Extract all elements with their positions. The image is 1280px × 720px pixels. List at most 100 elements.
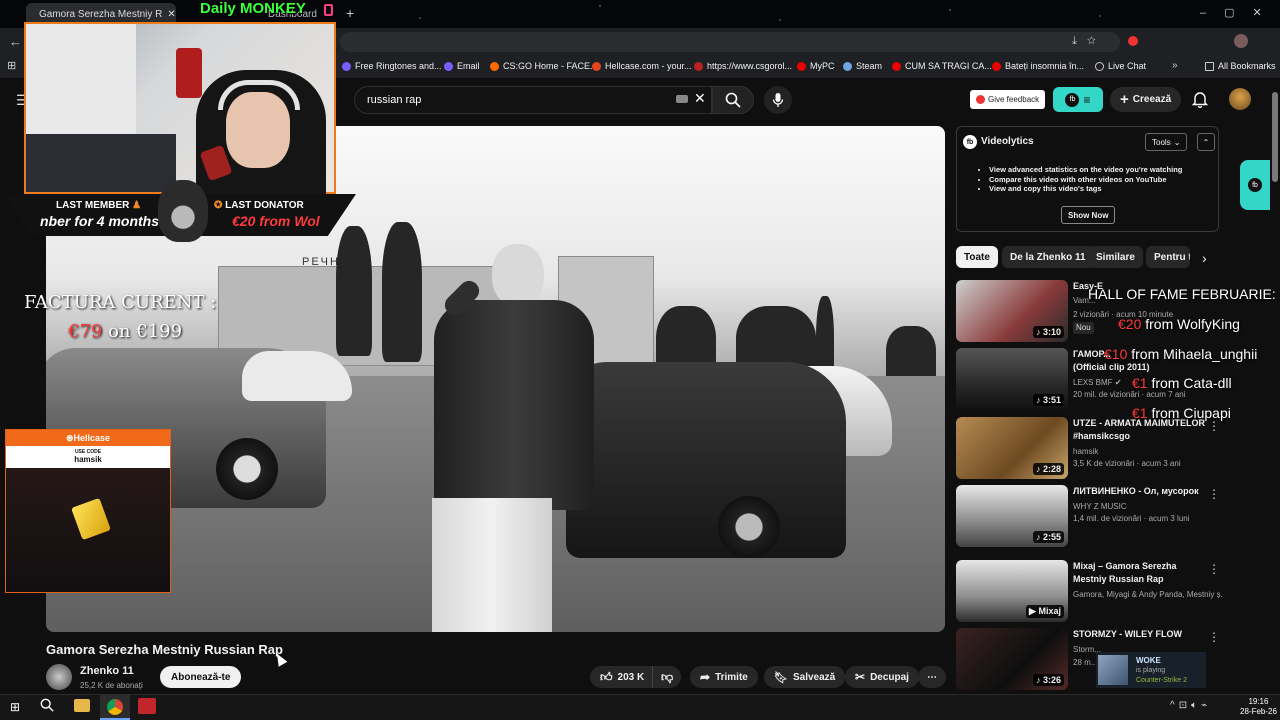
voice-search-button[interactable] <box>764 86 792 114</box>
file-explorer-icon[interactable] <box>74 699 90 712</box>
taskbar-clock[interactable]: 19:16 28-Feb-26 <box>1240 697 1277 717</box>
more-options-icon[interactable]: ⋮ <box>1208 419 1220 433</box>
video-title[interactable]: ЛИТВИНЕНКО - Ол, мусорок <box>1073 485 1211 498</box>
search-button[interactable] <box>712 86 754 114</box>
address-bar[interactable] <box>340 32 1120 52</box>
chip-from-channel[interactable]: De la Zhenko 11 <box>1002 246 1094 268</box>
video-title[interactable]: STORMZY - WILEY FLOW <box>1073 628 1211 641</box>
recommended-video[interactable]: ♪ 2:55 ЛИТВИНЕНКО - Ол, мусорок WHY Z MU… <box>956 485 1256 547</box>
video-meta: 3,5 K de vizionări · acum 3 ani <box>1073 459 1181 468</box>
share-button[interactable]: ➦ Trimite <box>690 666 758 688</box>
more-bookmarks-icon[interactable]: » <box>1172 60 1178 71</box>
bookmark-item[interactable]: CUM SA TRAGI CA... <box>892 61 992 71</box>
video-thumbnail[interactable]: ♪ 3:10 <box>956 280 1068 342</box>
subscribe-button[interactable]: Abonează-te <box>160 666 242 688</box>
black-car <box>566 362 846 558</box>
channel-name: LEXS BMF ✔ <box>1073 377 1122 389</box>
notifications-button[interactable] <box>1191 90 1209 113</box>
bookmark-item[interactable]: MyPC <box>797 61 835 71</box>
chip-all[interactable]: Toate <box>956 246 998 268</box>
create-button[interactable]: + Creează <box>1110 87 1182 112</box>
app-taskbar-icon[interactable] <box>138 698 156 714</box>
extension-icon[interactable] <box>1128 36 1138 46</box>
videolytics-title: Videolytics <box>981 136 1034 147</box>
like-button[interactable]: 👍︎ 203 K <box>590 666 655 688</box>
collapse-panel-button[interactable]: ⌃ <box>1197 133 1215 151</box>
now-playing-widget: WOKE is playing Counter-Strike 2 <box>1096 652 1206 688</box>
bookmark-item[interactable]: Bateți insomnia în... <box>992 61 1084 71</box>
more-options-icon[interactable]: ⋮ <box>1208 487 1220 501</box>
video-title[interactable]: Mixaj – Gamora Serezha Mestniy Russian R… <box>1073 560 1211 586</box>
bookmark-item[interactable]: Hellcase.com - your... <box>592 61 692 71</box>
videolytics-features: View advanced statistics on the video yo… <box>989 165 1219 194</box>
recommended-video[interactable]: ♪ 2:28 UTZE - ARMATA MAIMUTELOR #hamsikc… <box>956 417 1256 479</box>
bookmark-label: Hellcase.com - your... <box>605 61 692 71</box>
show-now-button[interactable]: Show Now <box>1061 206 1116 224</box>
last-donator-value: €20 from Wol <box>232 213 320 229</box>
bookmark-item[interactable]: https://www.csgorol... <box>694 61 792 71</box>
account-avatar[interactable] <box>1229 88 1251 110</box>
clip-button[interactable]: ✂ Decupaj <box>845 666 919 688</box>
bookmark-favicon-icon <box>592 61 601 71</box>
channel-avatar[interactable] <box>46 664 72 690</box>
dislike-button[interactable]: 👎︎ <box>652 666 682 688</box>
apps-grid-icon[interactable]: ⊞ <box>7 59 16 72</box>
keyboard-icon[interactable] <box>676 95 688 103</box>
video-meta: 2 vizionări · acum 10 minute <box>1073 310 1174 319</box>
video-meta: 20 mil. de vizionări · acum 7 ani <box>1073 390 1186 399</box>
verified-icon: ✔ <box>1114 378 1122 387</box>
back-icon[interactable]: ← <box>9 34 22 49</box>
tab-close-icon[interactable]: ✕ <box>167 9 175 20</box>
search-input[interactable]: russian rap <box>354 86 712 114</box>
member-icon: ♟ <box>132 200 142 211</box>
bookmark-label: Email <box>457 61 480 71</box>
music-note-icon: ♪ <box>1035 464 1041 474</box>
video-thumbnail[interactable]: ♪ 3:51 <box>956 348 1068 410</box>
system-tray-icons[interactable]: ^⊡🔈︎⌁ <box>1170 700 1211 711</box>
videolytics-toggle-button[interactable]: fb ≡ <box>1053 87 1103 112</box>
give-feedback-button[interactable]: Give feedback <box>970 90 1046 109</box>
video-title[interactable]: ГАМОР... <box>1073 348 1211 361</box>
chevron-right-icon[interactable]: › <box>1202 250 1207 266</box>
video-title[interactable]: UTZE - ARMATA MAIMUTELOR #hamsikcsgo <box>1073 417 1211 443</box>
more-actions-button[interactable]: ⋯ <box>918 666 946 688</box>
save-button[interactable]: 🔖︎ Salvează <box>764 666 846 688</box>
bookmark-item[interactable]: Free Ringtones and... <box>342 61 442 71</box>
clear-search-icon[interactable]: ✕ <box>694 90 706 107</box>
channel-name[interactable]: Zhenko 11 <box>80 665 134 677</box>
bookmark-item[interactable]: Live Chat <box>1095 61 1146 71</box>
donation-icon: ✪ <box>214 200 223 211</box>
more-options-icon[interactable]: ⋮ <box>1208 630 1220 644</box>
new-tab-icon[interactable]: + <box>346 5 354 21</box>
more-options-icon[interactable]: ⋮ <box>1208 562 1220 576</box>
bookmark-item[interactable]: Steam <box>843 61 882 71</box>
duration-badge: ♪ 2:28 <box>1032 463 1064 475</box>
video-thumbnail[interactable]: ♪ 2:28 <box>956 417 1068 479</box>
bookmark-item[interactable]: CS:GO Home - FACE... <box>490 61 598 71</box>
chip-for-you[interactable]: Pentru t <box>1146 246 1190 268</box>
profile-avatar[interactable] <box>1234 34 1248 48</box>
recommended-video[interactable]: ♪ 3:51 ГАМОР... (Official clip 2011) LEX… <box>956 348 1256 410</box>
tools-dropdown[interactable]: Tools ⌄ <box>1145 133 1188 151</box>
videolytics-side-tab[interactable]: fb <box>1240 160 1270 210</box>
video-thumbnail[interactable]: ♪ 3:26 <box>956 628 1068 690</box>
video-title-line2: (Official clip 2011) <box>1073 362 1150 372</box>
channel-name: WHY Z MUSIC <box>1073 502 1127 511</box>
recommended-video[interactable]: ♪ 3:10 Easy-E Vam... 2 vizionări · acum … <box>956 280 1256 342</box>
all-bookmarks[interactable]: All Bookmarks <box>1205 61 1276 71</box>
chip-related[interactable]: Similare <box>1088 246 1143 268</box>
window-controls-icon[interactable]: –▢✕ <box>1200 6 1280 19</box>
page-scrollbar[interactable] <box>1272 92 1278 182</box>
recommended-video[interactable]: ▶ Mixaj Mixaj – Gamora Serezha Mestniy R… <box>956 560 1256 622</box>
bookmark-label: Live Chat <box>1108 61 1147 71</box>
bookmark-item[interactable]: Email <box>444 61 480 71</box>
windows-start-icon[interactable]: ⊞ <box>10 700 20 714</box>
taskbar-search-button[interactable] <box>40 698 54 717</box>
video-title[interactable]: Easy-E <box>1073 280 1211 293</box>
video-thumbnail[interactable]: ▶ Mixaj <box>956 560 1068 622</box>
address-actions-icon[interactable]: ⤓☆ <box>1072 35 1106 48</box>
last-member-label-text: LAST MEMBER <box>56 200 130 211</box>
video-thumbnail[interactable]: ♪ 2:55 <box>956 485 1068 547</box>
videolytics-logo-icon: fb <box>1065 92 1080 107</box>
chrome-taskbar-button[interactable] <box>100 695 130 720</box>
